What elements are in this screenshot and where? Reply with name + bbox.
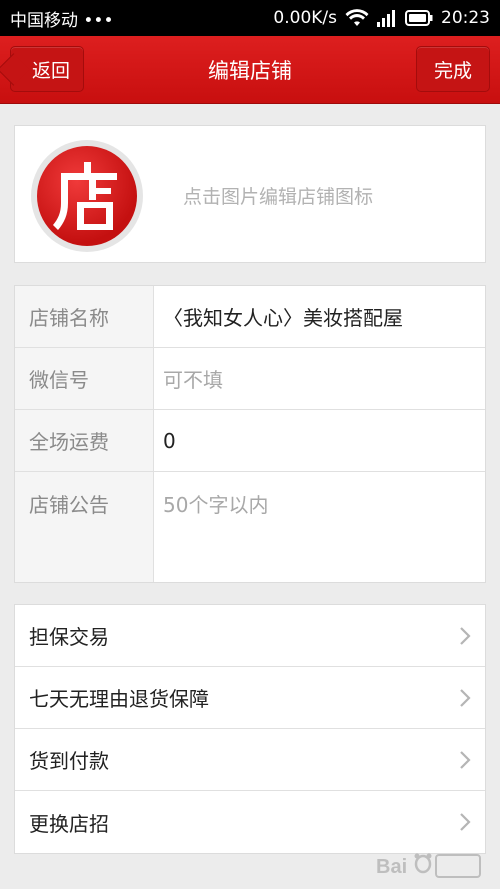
signal-icon — [377, 9, 397, 27]
option-seven-day-return[interactable]: 七天无理由退货保障 — [15, 667, 485, 729]
announcement-row: 店铺公告 50个字以内 — [15, 472, 485, 582]
option-cash-on-delivery[interactable]: 货到付款 — [15, 729, 485, 791]
baidu-watermark: Bai — [376, 847, 486, 885]
shop-name-label: 店铺名称 — [15, 286, 154, 347]
option-label: 担保交易 — [29, 625, 109, 649]
wechat-row: 微信号 可不填 — [15, 348, 485, 410]
logo-edit-hint[interactable]: 点击图片编辑店铺图标 — [183, 126, 373, 264]
shop-logo[interactable] — [31, 140, 143, 252]
wechat-input[interactable]: 可不填 — [154, 348, 485, 409]
status-bar: 中国移动 ••• 0.00K/s 20:23 — [0, 0, 500, 36]
shop-options-list: 担保交易 七天无理由退货保障 货到付款 更换店招 — [14, 604, 486, 854]
clock-time: 20:23 — [441, 8, 490, 28]
option-guaranteed-trade[interactable]: 担保交易 — [15, 605, 485, 667]
chevron-right-icon — [459, 626, 471, 646]
back-button[interactable]: 返回 — [10, 46, 84, 92]
shipping-fee-label: 全场运费 — [15, 410, 154, 471]
announcement-label: 店铺公告 — [15, 472, 154, 582]
carrier-text: 中国移动 ••• — [10, 10, 114, 31]
battery-icon — [405, 10, 433, 26]
chevron-right-icon — [459, 688, 471, 708]
done-button[interactable]: 完成 — [416, 46, 490, 92]
shop-logo-glyph — [53, 162, 117, 230]
option-label: 更换店招 — [29, 811, 109, 836]
network-speed: 0.00K/s — [273, 8, 337, 28]
shop-name-row: 店铺名称 〈我知女人心〉美妆搭配屋 — [15, 286, 485, 348]
back-button-label: 返回 — [31, 59, 70, 82]
nav-bar: 返回 编辑店铺 完成 — [0, 36, 500, 104]
chevron-right-icon — [459, 750, 471, 770]
shop-name-input[interactable]: 〈我知女人心〉美妆搭配屋 — [154, 286, 485, 347]
announcement-textarea[interactable]: 50个字以内 — [154, 472, 485, 582]
done-button-label: 完成 — [433, 59, 472, 82]
wifi-icon — [345, 9, 369, 27]
shipping-fee-input[interactable]: 0 — [154, 410, 485, 471]
chevron-right-icon — [459, 812, 471, 832]
shop-info-form: 店铺名称 〈我知女人心〉美妆搭配屋 微信号 可不填 全场运费 0 店铺公告 50… — [14, 285, 486, 583]
shop-logo-card[interactable]: 点击图片编辑店铺图标 — [14, 125, 486, 263]
option-label: 货到付款 — [29, 749, 109, 773]
shipping-fee-row: 全场运费 0 — [15, 410, 485, 472]
option-change-banner[interactable]: 更换店招 — [15, 791, 485, 853]
option-label: 七天无理由退货保障 — [29, 687, 209, 711]
shop-logo-badge — [37, 146, 137, 246]
wechat-label: 微信号 — [15, 348, 154, 409]
svg-text:Bai: Bai — [376, 856, 407, 878]
